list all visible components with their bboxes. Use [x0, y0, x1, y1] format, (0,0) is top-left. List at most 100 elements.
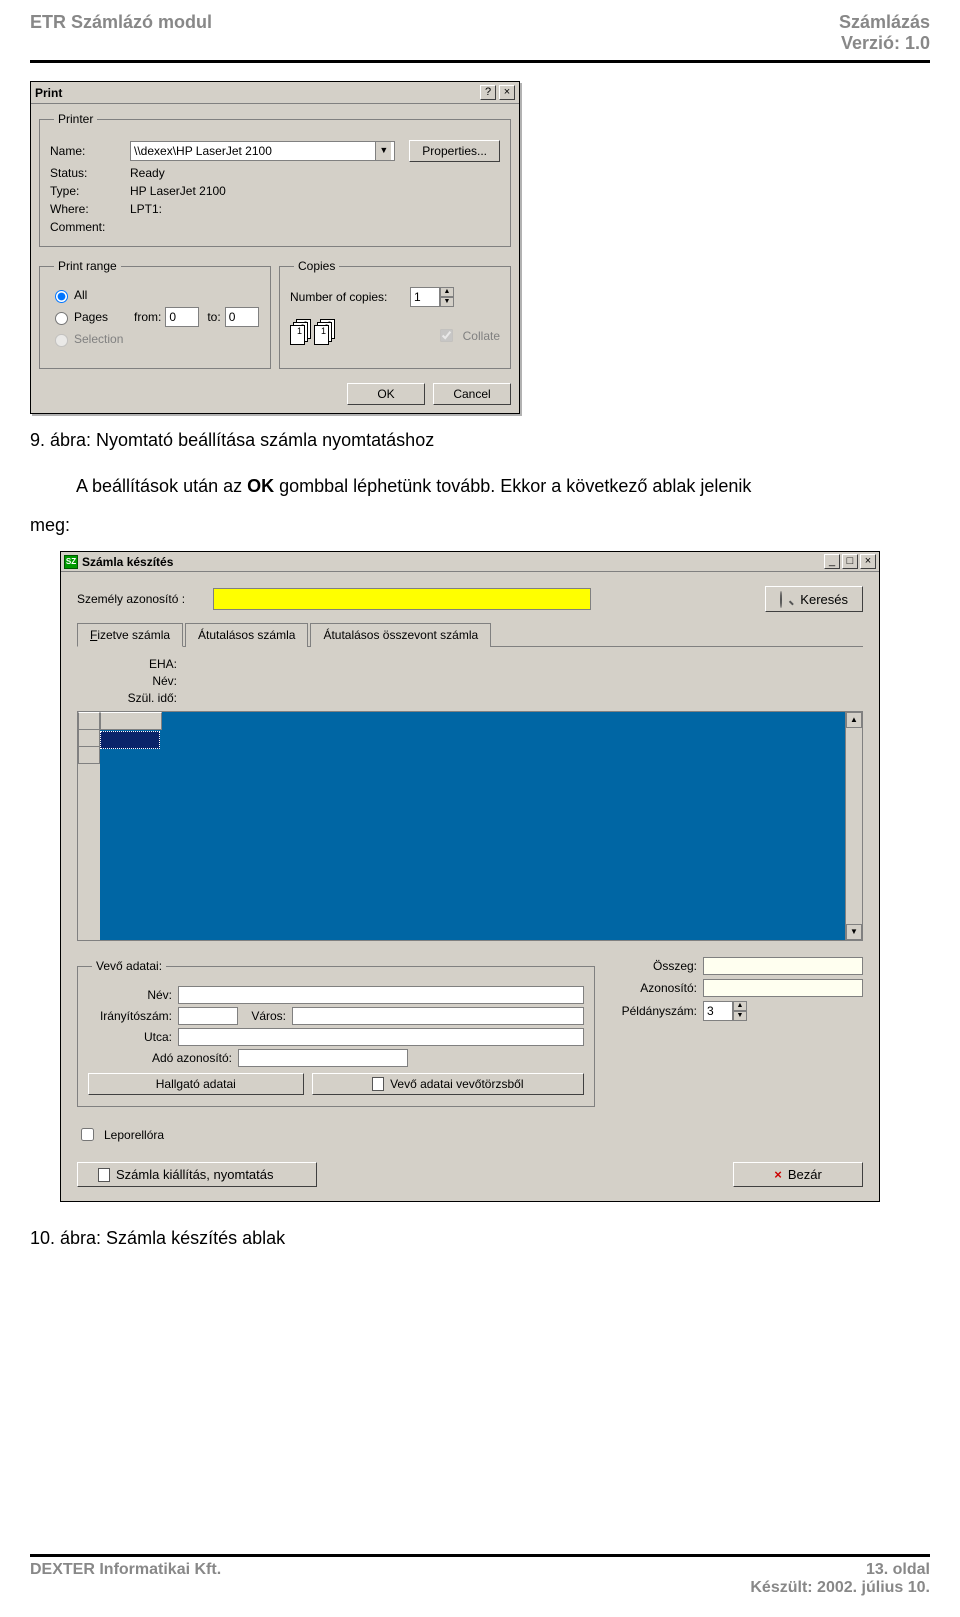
grid-column-headers: [78, 712, 845, 732]
buyer-city-input[interactable]: [292, 1007, 584, 1025]
type-value: HP LaserJet 2100: [130, 184, 226, 198]
minimize-button[interactable]: _: [824, 554, 840, 569]
body-paragraph-2: meg:: [30, 512, 930, 539]
printer-name-combo[interactable]: \\dexex\HP LaserJet 2100 ▼: [130, 141, 395, 161]
tab1-rest: izetve számla: [97, 628, 170, 642]
type-label: Type:: [50, 184, 130, 198]
invoice-window-title: Számla készítés: [82, 555, 173, 569]
close-button[interactable]: ×: [860, 554, 876, 569]
range-from-input[interactable]: [165, 307, 199, 327]
body-text-1c: gombbal léphetünk tovább. Ekkor a követk…: [274, 476, 751, 496]
body-text-bold: OK: [247, 476, 274, 496]
close-button-label: Bezár: [788, 1167, 822, 1182]
tab-paid-invoice[interactable]: Fizetve számla: [77, 623, 183, 647]
copies-legend: Copies: [294, 259, 339, 273]
spin-down-icon[interactable]: ▼: [440, 297, 454, 307]
search-button-label: Keresés: [800, 592, 848, 607]
buyer-street-input[interactable]: [178, 1028, 584, 1046]
printer-name-value: \\dexex\HP LaserJet 2100: [134, 144, 272, 158]
buyer-data-legend: Vevő adatai:: [92, 959, 166, 973]
buyer-zip-input[interactable]: [178, 1007, 238, 1025]
copies-label: Példányszám:: [613, 1004, 703, 1018]
comment-label: Comment:: [50, 220, 130, 234]
student-data-button[interactable]: Hallgató adatai: [88, 1073, 304, 1095]
doc-footer-left: DEXTER Informatikai Kft.: [30, 1561, 221, 1597]
body-text-1a: A beállítások után az: [76, 476, 247, 496]
copies-spin[interactable]: ▲ ▼: [410, 287, 454, 307]
printer-group-legend: Printer: [54, 112, 97, 126]
doc-icon: [372, 1077, 384, 1091]
total-label: Összeg:: [613, 959, 703, 973]
ok-button[interactable]: OK: [347, 383, 425, 405]
range-pages-label: Pages: [74, 310, 134, 324]
identifier-value: [703, 979, 863, 997]
collate-stack-icon: 321: [314, 319, 334, 345]
doc-header-version: Verzió: 1.0: [839, 33, 930, 54]
where-label: Where:: [50, 202, 130, 216]
collate-stack-icon: 321: [290, 319, 310, 345]
range-all-radio[interactable]: [55, 290, 68, 303]
items-grid[interactable]: ▲ ▼: [77, 711, 863, 941]
scroll-down-icon[interactable]: ▼: [846, 924, 862, 940]
collate-checkbox: [440, 329, 453, 342]
range-to-input[interactable]: [225, 307, 259, 327]
grid-scrollbar[interactable]: ▲ ▼: [845, 712, 862, 940]
scroll-up-icon[interactable]: ▲: [846, 712, 862, 728]
buyer-street-label: Utca:: [88, 1030, 178, 1044]
figure-caption-2: 10. ábra: Számla készítés ablak: [30, 1228, 930, 1249]
buyer-from-db-label: Vevő adatai vevőtörzsből: [390, 1077, 523, 1091]
spin-down-icon[interactable]: ▼: [733, 1011, 747, 1021]
range-pages-radio[interactable]: [55, 312, 68, 325]
buyer-taxid-input[interactable]: [238, 1049, 408, 1067]
combo-arrow-icon: ▼: [375, 142, 391, 160]
close-button-2[interactable]: × Bezár: [733, 1162, 863, 1187]
tab-transfer-invoice[interactable]: Átutalásos számla: [185, 623, 308, 647]
leporello-checkbox[interactable]: [81, 1128, 94, 1141]
help-button[interactable]: ?: [480, 85, 496, 100]
grid-row-headers: [78, 712, 100, 940]
grid-selected-cell[interactable]: [100, 731, 160, 749]
tab-bar: Fizetve számla Átutalásos számla Átutalá…: [77, 622, 863, 647]
printer-name-label: Name:: [50, 144, 130, 158]
search-icon: [780, 591, 782, 608]
status-label: Status:: [50, 166, 130, 180]
identifier-label: Azonosító:: [613, 981, 703, 995]
buyer-name-input[interactable]: [178, 986, 584, 1004]
doc-footer: DEXTER Informatikai Kft. 13. oldal Készü…: [30, 1554, 930, 1597]
close-button[interactable]: ×: [499, 85, 515, 100]
buyer-from-db-button[interactable]: Vevő adatai vevőtörzsből: [312, 1073, 584, 1095]
close-icon: ×: [774, 1167, 782, 1182]
cancel-button[interactable]: Cancel: [433, 383, 511, 405]
doc-header-right: Számlázás Verzió: 1.0: [839, 12, 930, 54]
print-invoice-button[interactable]: Számla kiállítás, nyomtatás: [77, 1162, 317, 1187]
print-dialog-titlebar: Print ? ×: [31, 82, 519, 104]
copies-group: Copies Number of copies: ▲ ▼ 321: [279, 259, 511, 369]
person-id-input[interactable]: [213, 588, 591, 610]
print-dialog-title: Print: [35, 86, 62, 100]
doc-footer-date: Készült: 2002. július 10.: [750, 1579, 930, 1597]
spin-up-icon[interactable]: ▲: [733, 1001, 747, 1011]
doc-footer-right: 13. oldal Készült: 2002. július 10.: [750, 1561, 930, 1597]
range-to-label: to:: [207, 310, 220, 324]
maximize-button[interactable]: □: [842, 554, 858, 569]
buyer-data-group: Vevő adatai: Név: Irányítószám: Város: U…: [77, 959, 595, 1107]
print-dialog: Print ? × Printer Name: \\dexex\HP Laser…: [30, 81, 520, 414]
body-paragraph: A beállítások után az OK gombbal léphetü…: [30, 473, 930, 500]
range-from-label: from:: [134, 310, 161, 324]
birthdate-label: Szül. idő:: [77, 691, 187, 705]
properties-button[interactable]: Properties...: [409, 140, 500, 162]
search-button[interactable]: Keresés: [765, 586, 863, 612]
doc-header-title: Számlázás: [839, 12, 930, 33]
copies-input-2[interactable]: [703, 1001, 733, 1021]
range-all-label: All: [74, 288, 87, 302]
copies-input[interactable]: [410, 287, 440, 307]
status-value: Ready: [130, 166, 165, 180]
buyer-taxid-label: Adó azonosító:: [88, 1051, 238, 1065]
invoice-titlebar: SZ Számla készítés _ □ ×: [61, 552, 879, 572]
name-label: Név:: [77, 674, 187, 688]
doc-header: ETR Számlázó modul Számlázás Verzió: 1.0: [30, 12, 930, 63]
copies-spin-2[interactable]: ▲ ▼: [703, 1001, 747, 1021]
person-id-label: Személy azonosító :: [77, 592, 207, 606]
tab-transfer-combined-invoice[interactable]: Átutalásos összevont számla: [310, 623, 491, 647]
spin-up-icon[interactable]: ▲: [440, 287, 454, 297]
